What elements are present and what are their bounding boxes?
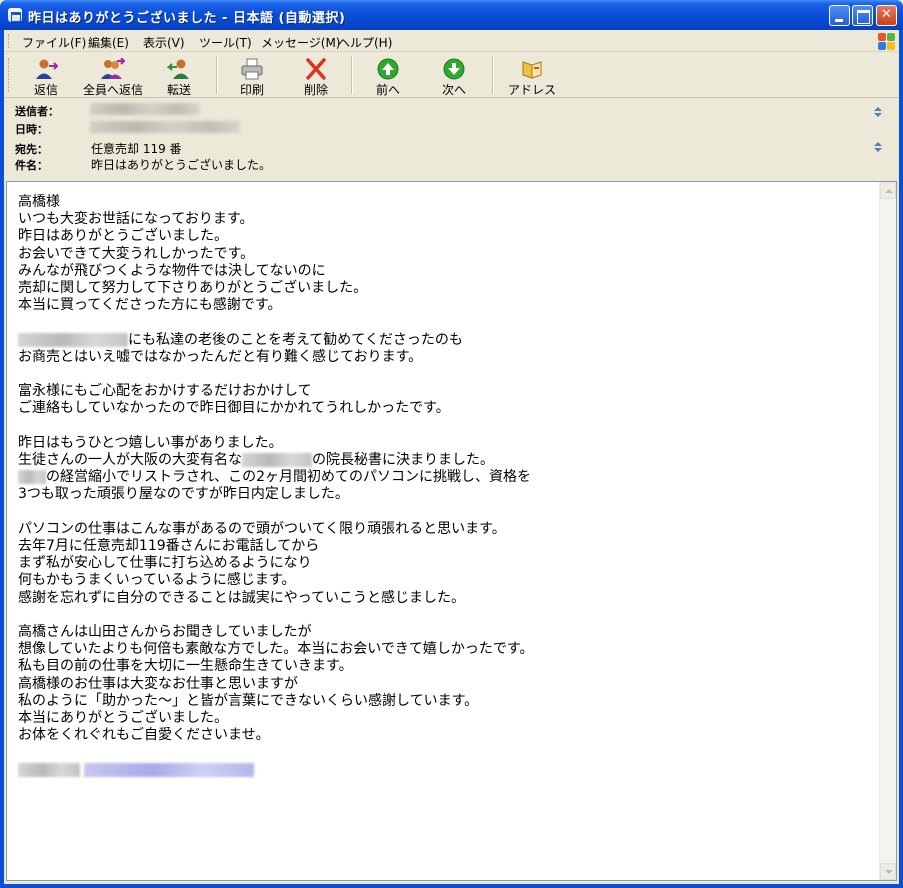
forward-button[interactable]: 転送 — [152, 54, 206, 97]
next-label: 次へ — [441, 83, 466, 97]
menu-help[interactable]: ヘルプ(H) — [338, 34, 392, 51]
body-line: みんなが飛びつくような物件では決してないのに — [18, 262, 326, 279]
address-book-icon — [522, 61, 542, 79]
previous-button[interactable]: 前へ — [360, 54, 416, 97]
menu-view[interactable]: 表示(V) — [143, 34, 185, 51]
body-line: 生徒さんの一人が大阪の大変有名な — [18, 452, 242, 469]
toolbar-separator — [351, 56, 353, 94]
to-value: 任意売却 119 番 — [91, 142, 182, 156]
menu-tools[interactable]: ツール(T) — [199, 34, 252, 51]
body-line: お会いできて大変うれしかったです。 — [18, 245, 255, 262]
scroll-down-button[interactable] — [880, 863, 896, 880]
delete-x-icon — [306, 58, 326, 80]
from-expand-icon[interactable] — [871, 106, 885, 118]
close-button[interactable]: ✕ — [876, 5, 897, 26]
message-window: 昨日はありがとうございました - 日本語 (自動選択) ✕ ファイル(F) 編集… — [0, 0, 903, 888]
reply-button[interactable]: 返信 — [18, 54, 74, 97]
body-line: 高橋様 — [18, 194, 60, 210]
body-line: 昨日はもうひとつ嬉しい事がありました。 — [18, 434, 283, 451]
maximize-button[interactable] — [852, 5, 873, 26]
mail-icon — [8, 8, 22, 22]
window-title: 昨日はありがとうございました - 日本語 (自動選択) — [28, 11, 346, 26]
delete-label: 削除 — [303, 83, 328, 97]
toolbar-separator — [216, 56, 218, 94]
body-line: の院長秘書に決まりました。 — [312, 452, 494, 469]
message-text: 高橋様 いつも大変お世話になっております。 昨日はありがとうございました。 お会… — [18, 194, 878, 779]
toolbar: 返信 全員へ返信 転送 印刷 削除 前へ 次へ アドレス — [4, 52, 899, 98]
subject-value: 昨日はありがとうございました。 — [91, 158, 272, 172]
body-line: 私も目の前の仕事を大切に一生懸命生きていきます。 — [18, 658, 353, 675]
message-headers: 送信者： 日時： 宛先： 任意売却 119 番 件名： 昨日はありがとうございま… — [4, 99, 899, 181]
body-line: パソコンの仕事はこんな事があるので頭がついてく限り頑張れると思います。 — [18, 520, 506, 537]
to-label: 宛先： — [15, 143, 48, 156]
body-line: 売却に関して努力して下さりありがとうございました。 — [18, 280, 368, 297]
body-line: 3つも取った頑張り屋なのですが昨日内定しました。 — [18, 486, 349, 503]
arrow-up-icon — [377, 58, 399, 80]
body-line: いつも大変お世話になっております。 — [18, 211, 254, 228]
body-line: お商売とはいえ嘘ではなかったんだと有り難く感じております。 — [18, 348, 423, 365]
from-value-redacted — [90, 103, 200, 115]
reply-all-icon — [101, 58, 125, 79]
message-body[interactable]: 高橋様 いつも大変お世話になっております。 昨日はありがとうございました。 お会… — [6, 181, 897, 881]
body-line: 本当にありがとうございました。 — [18, 710, 228, 727]
subject-label: 件名： — [15, 159, 48, 172]
next-button[interactable]: 次へ — [426, 54, 482, 97]
body-line: 昨日はありがとうございました。 — [18, 228, 228, 245]
previous-label: 前へ — [375, 83, 400, 97]
windows-logo-icon — [876, 31, 896, 51]
body-line: の経営縮小でリストラされ、この2ヶ月間初めてのパソコンに挑戦し、資格を — [46, 469, 532, 486]
menu-message[interactable]: メッセージ(M) — [261, 34, 340, 51]
redacted-signature-link[interactable] — [84, 762, 255, 777]
body-line: 富永様にもご心配をおかけするだけおかけして — [18, 383, 312, 400]
toolbar-grip — [8, 58, 10, 92]
menu-bar: ファイル(F) 編集(E) 表示(V) ツール(T) メッセージ(M) ヘルプ(… — [4, 30, 899, 52]
body-line: 感謝を忘れずに自分のできることは誠実にやっていこうと感じました。 — [18, 589, 466, 606]
reply-all-label: 全員へ返信 — [82, 83, 143, 97]
date-label: 日時： — [15, 123, 48, 136]
body-line: 高橋さんは山田さんからお聞きしていましたが — [18, 624, 312, 641]
body-line: 高橋様のお仕事は大変なお仕事と思いますが — [18, 675, 298, 692]
redacted-clinic — [242, 453, 312, 468]
minimize-button[interactable] — [829, 5, 850, 26]
addresses-label: アドレス — [507, 83, 556, 97]
scroll-up-button[interactable] — [880, 182, 896, 199]
addresses-button[interactable]: アドレス — [500, 54, 564, 97]
menu-file[interactable]: ファイル(F) — [22, 34, 86, 51]
reply-icon — [36, 59, 58, 79]
forward-label: 転送 — [166, 83, 191, 97]
title-bar[interactable]: 昨日はありがとうございました - 日本語 (自動選択) ✕ — [0, 0, 903, 30]
body-line: にも私達の老後のことを考えて勧めてくださったのも — [128, 331, 463, 348]
window-content: ファイル(F) 編集(E) 表示(V) ツール(T) メッセージ(M) ヘルプ(… — [4, 30, 899, 884]
reply-label: 返信 — [33, 83, 58, 97]
arrow-down-icon — [443, 58, 465, 80]
print-button[interactable]: 印刷 — [224, 54, 280, 97]
to-expand-icon[interactable] — [871, 141, 885, 153]
reply-all-button[interactable]: 全員へ返信 — [80, 54, 146, 97]
menu-grip — [8, 34, 10, 48]
toolbar-separator — [492, 56, 494, 94]
body-line: 何もかもうまくいっているように感じます。 — [18, 572, 296, 589]
body-line: 去年7月に任意売却119番さんにお電話してから — [18, 538, 320, 555]
delete-button[interactable]: 削除 — [288, 54, 344, 97]
print-label: 印刷 — [239, 83, 264, 97]
body-line: 私のように「助かった～」と皆が言葉にできないくらい感謝しています。 — [18, 692, 479, 709]
printer-icon — [241, 58, 263, 80]
redacted-company — [18, 470, 46, 485]
body-line: ご連絡もしていなかったので昨日御目にかかれてうれしかったです。 — [18, 400, 450, 417]
forward-icon — [167, 59, 189, 79]
vertical-scrollbar[interactable] — [879, 182, 896, 880]
body-line: 本当に買ってくださった方にも感謝です。 — [18, 297, 282, 314]
body-line: 想像していたよりも何倍も素敵な方でした。本当にお会いできて嬉しかったです。 — [18, 641, 534, 658]
from-label: 送信者： — [15, 105, 59, 118]
redacted-signature-name — [18, 762, 80, 777]
menu-edit[interactable]: 編集(E) — [88, 34, 129, 51]
body-line: お体をくれぐれもご自愛くださいませ。 — [18, 727, 270, 744]
redacted-name — [18, 332, 128, 347]
date-value-redacted — [90, 121, 240, 133]
body-line: まず私が安心して仕事に打ち込めるようになり — [18, 555, 312, 572]
